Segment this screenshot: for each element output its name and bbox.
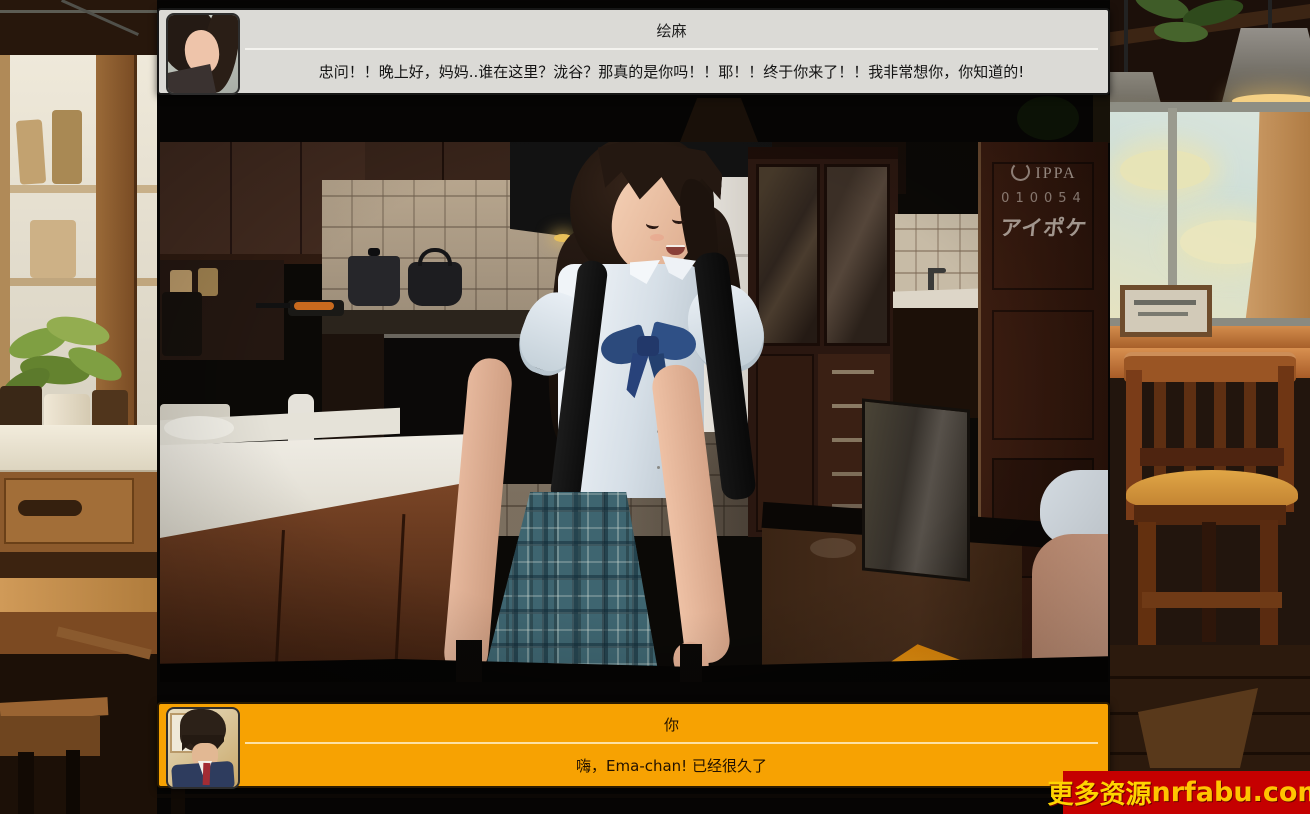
- npc-dialog-content: 绘麻 忠问！！晚上好，妈妈..谁在这里？泷谷？那真的是你吗！！耶！！终于你来了！…: [245, 10, 1098, 93]
- photo-vignette: [160, 142, 1108, 682]
- picture-frame: [1120, 285, 1212, 337]
- bench-leg-2: [66, 750, 80, 814]
- player-dialog-divider: [245, 742, 1098, 744]
- chair-slat-3: [1214, 382, 1226, 482]
- window-frame-top: [1110, 102, 1310, 112]
- player-name: 你: [245, 716, 1098, 734]
- video-frame[interactable]: IPPA 010054 アイポケ: [160, 142, 1108, 682]
- video-watermark: IPPA 010054 アイポケ: [986, 162, 1102, 242]
- watermark-brand: IPPA: [1035, 165, 1076, 182]
- dim-window-glow: [1093, 95, 1110, 143]
- utensil-jar-3: [30, 220, 76, 278]
- watermark-code: 010054: [986, 191, 1102, 206]
- game-screen: IPPA 010054 アイポケ 绘麻 忠问！！晚上好，妈妈..谁在这里？泷谷？…: [0, 0, 1310, 814]
- dim-floor-line: [157, 794, 1110, 798]
- lamp-rod-1: [1124, 0, 1128, 78]
- chair-mid-rail: [1140, 448, 1284, 466]
- player-avatar-tie: [203, 763, 211, 785]
- chair-slat-2: [1184, 382, 1196, 482]
- background-left: [0, 0, 157, 814]
- chair-slat-1: [1154, 382, 1166, 482]
- player-avatar: [166, 707, 240, 789]
- table-edge-left: [0, 552, 157, 578]
- bench-leg-1: [18, 752, 34, 814]
- watermark-kana: アイポケ: [984, 212, 1103, 242]
- npc-avatar: [166, 13, 240, 95]
- npc-name: 绘麻: [245, 22, 1098, 40]
- npc-dialog-text: 忠问！！晚上好，妈妈..谁在这里？泷谷？那真的是你吗！！耶！！终于你来了！！我非…: [245, 63, 1098, 82]
- drawer-handle-left: [18, 500, 82, 516]
- dim-lamp-silhouette: [680, 98, 758, 142]
- chair-seat: [1126, 470, 1298, 510]
- bench-body-left: [0, 716, 100, 756]
- window-frame-strip: [0, 55, 10, 425]
- player-dialog-content: 你 嗨，Ema-chan! 已经很久了: [245, 704, 1098, 786]
- npc-dialog-box[interactable]: 绘麻 忠问！！晚上好，妈妈..谁在这里？泷谷？那真的是你吗！！耶！！终于你来了！…: [157, 8, 1110, 95]
- kitchen-counter-left: [0, 425, 157, 474]
- player-dialog-text: 嗨，Ema-chan! 已经很久了: [245, 757, 1098, 776]
- site-banner[interactable]: 更多资源nrfabu.com: [1063, 771, 1310, 814]
- chair-leg-rear: [1202, 522, 1216, 642]
- player-dialog-box[interactable]: 你 嗨，Ema-chan! 已经很久了: [157, 702, 1110, 788]
- chair-slat-4: [1244, 382, 1256, 482]
- watermark-brand-row: IPPA: [986, 162, 1102, 183]
- banner-text-domain: nrfabu.com: [1152, 777, 1310, 808]
- floor-plank-1: [1110, 676, 1310, 679]
- background-right: [1110, 0, 1310, 814]
- picture-frame-art: [1134, 300, 1196, 305]
- dim-post: [171, 788, 185, 814]
- dim-leaf-silhouette: [1017, 96, 1079, 140]
- chair-stretcher: [1142, 592, 1282, 608]
- curtain-rod: [0, 10, 157, 13]
- utensil-jar-1: [16, 119, 46, 185]
- table-top-left: [0, 578, 157, 612]
- globe-logo-icon: [1011, 162, 1030, 181]
- utensil-jar-2: [52, 110, 82, 184]
- chair-top-rail: [1124, 352, 1296, 382]
- cloud-1: [1120, 150, 1210, 190]
- npc-dialog-divider: [245, 48, 1098, 50]
- npc-avatar-body: [166, 64, 217, 95]
- picture-frame-art2: [1138, 312, 1188, 316]
- banner-text-cjk: 更多资源: [1048, 774, 1152, 811]
